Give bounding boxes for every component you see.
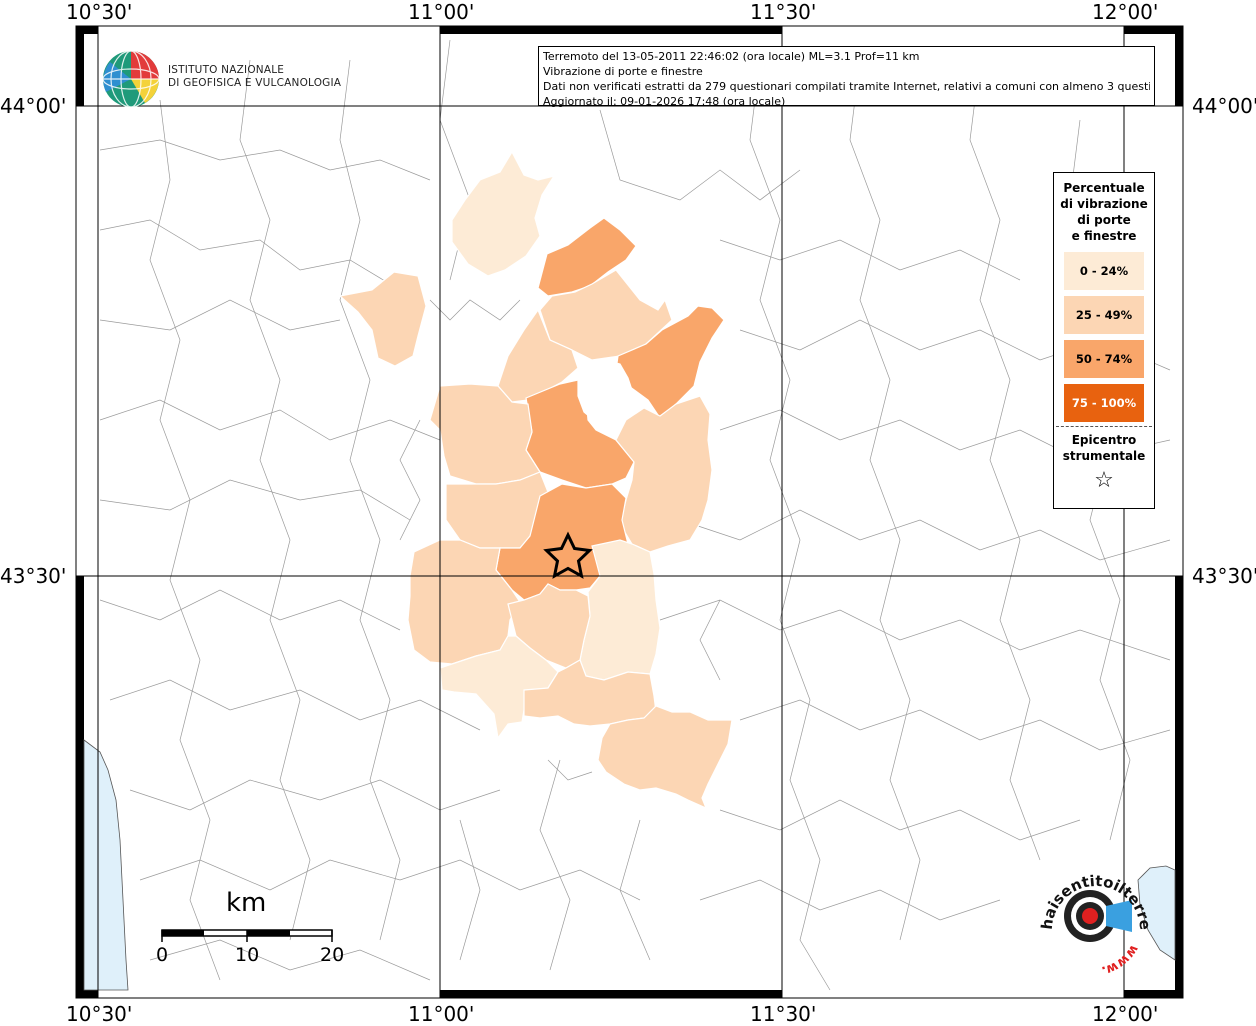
muni-25-49-e [615, 395, 713, 553]
event-subtitle: Vibrazione di porte e finestre [543, 65, 703, 78]
legend-epicenter-star-icon: ☆ [1094, 468, 1114, 493]
municipalities-colored [338, 150, 733, 810]
y-tick-left-1: 44°00' [0, 94, 67, 118]
haisentito-logo: haisentitoilterremoto.it www. [1024, 856, 1160, 978]
haisentito-www: www. [1100, 942, 1142, 978]
x-tick-bottom-4: 12°00' [1092, 1002, 1159, 1026]
legend-class-25-49: 25 - 49% [1064, 296, 1144, 334]
x-tick-bottom-3: 11°30' [750, 1002, 817, 1026]
x-tick-top-1: 10°30' [66, 0, 133, 24]
scale-unit: km [226, 888, 267, 918]
legend-separator [1056, 426, 1152, 427]
x-tick-top-4: 12°00' [1092, 0, 1159, 24]
legend-title: Percentuale di vibrazione di porte e fin… [1054, 180, 1154, 244]
ingv-globe-icon [102, 50, 160, 108]
y-tick-left-2: 43°30' [0, 564, 67, 588]
svg-text:www.: www. [1100, 942, 1142, 978]
haisentito-target-icon: haisentitoilterremoto.it www. [1024, 856, 1154, 978]
legend: Percentuale di vibrazione di porte e fin… [1053, 172, 1155, 509]
event-updated: Aggiornato il: 09-01-2026 17:48 (ora loc… [543, 95, 786, 108]
logo-text-line1: ISTITUTO NAZIONALE [168, 64, 285, 76]
y-tick-right-2: 43°30' [1192, 564, 1256, 588]
x-tick-bottom-2: 11°00' [408, 1002, 475, 1026]
legend-title-line: di porte [1077, 213, 1131, 227]
sea-left [83, 739, 129, 991]
scale-label-0: 0 [156, 944, 169, 966]
legend-epicenter-title: Epicentro strumentale [1054, 432, 1154, 464]
legend-class-50-74: 50 - 74% [1064, 340, 1144, 378]
x-tick-top-2: 11°00' [408, 0, 475, 24]
x-tick-top-3: 11°30' [750, 0, 817, 24]
legend-title-line: di vibrazione [1060, 197, 1148, 211]
legend-title-line: Percentuale [1063, 181, 1145, 195]
scale-label-10: 10 [235, 944, 260, 966]
y-tick-right-1: 44°00' [1192, 94, 1256, 118]
scale-bar: km 0 10 20 [150, 888, 350, 978]
legend-class-75-100: 75 - 100% [1064, 384, 1144, 422]
event-data-note: Dati non verificati estratti da 279 ques… [543, 80, 1150, 93]
legend-epicenter-line: Epicentro [1071, 433, 1137, 447]
ingv-logo: ISTITUTO NAZIONALE DI GEOFISICA E VULCAN… [100, 48, 341, 110]
legend-epicenter-line: strumentale [1062, 449, 1146, 463]
legend-title-line: e finestre [1071, 229, 1137, 243]
logo-text-line2: DI GEOFISICA E VULCANOLOGIA [168, 77, 342, 89]
x-tick-bottom-1: 10°30' [66, 1002, 133, 1026]
muni-25-49-a [338, 271, 427, 367]
event-info-box: Terremoto del 13-05-2011 22:46:02 (ora l… [538, 46, 1155, 108]
legend-class-0-24: 0 - 24% [1064, 252, 1144, 290]
muni-0-24-a [451, 150, 556, 277]
event-title: Terremoto del 13-05-2011 22:46:02 (ora l… [543, 50, 920, 63]
scale-label-20: 20 [320, 944, 345, 966]
